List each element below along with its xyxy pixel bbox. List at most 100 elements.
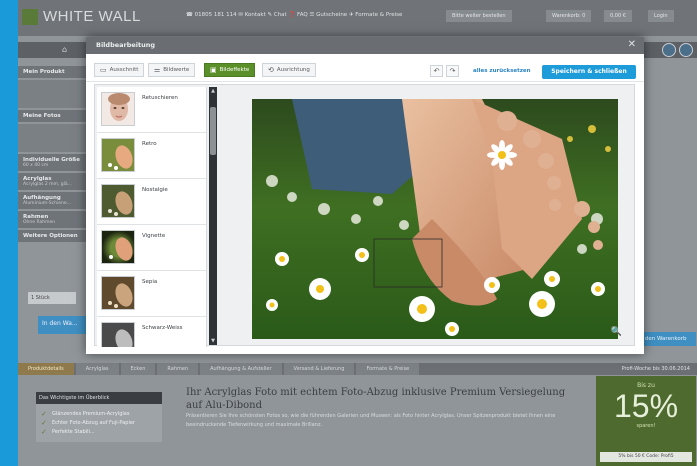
login-button[interactable]: Login (648, 10, 674, 22)
editor-content: Retuschieren Retro Nostalgie Vignette Se… (94, 84, 635, 347)
effect-item-bw[interactable]: Schwarz-Weiss (97, 317, 206, 347)
sidebar-item-photos[interactable]: Meine Fotos (18, 110, 90, 122)
photo-thumb (18, 124, 90, 152)
quantity-field[interactable]: 1 Stück (28, 292, 76, 304)
home-icon[interactable]: ⌂ (62, 45, 67, 54)
top-nav[interactable]: ☎ 01805 181 114 ✉ Kontakt ✎ Chat ❓ FAQ ☰… (186, 12, 402, 18)
redo-icon[interactable]: ↷ (446, 65, 459, 77)
tab-formats[interactable]: Formate & Preise (356, 363, 420, 375)
tab-product-details[interactable]: Produktdetails (18, 363, 74, 375)
sidebar-item-options[interactable]: Weitere Optionen (18, 230, 90, 242)
close-icon[interactable]: ✕ (628, 39, 636, 50)
effect-name: Nostalgie (142, 187, 168, 193)
sidebar-item-acrylic[interactable]: Acrylglas Acrylglas 2 mm, glä... (18, 173, 90, 190)
sidebar-item-label: Mein Produkt (23, 69, 65, 75)
site-logo[interactable]: WHITE WALL (22, 8, 141, 25)
globe-icon[interactable] (662, 43, 676, 57)
tab-corners[interactable]: Ecken (120, 363, 156, 375)
config-sidebar: Mein Produkt Meine Fotos Individuelle Gr… (18, 66, 90, 244)
cart-add-button-left[interactable]: In den Wa... (38, 316, 90, 334)
cart-button[interactable]: Warenkorb: 0 (546, 10, 592, 22)
product-description: Präsentieren Sie Ihre schönsten Fotos so… (186, 413, 556, 428)
tab-image-values[interactable]: ⚌ Bildwerte (148, 63, 196, 77)
effect-item-nostalgia[interactable]: Nostalgie (97, 179, 206, 225)
sidebar-item-label: Meine Fotos (23, 113, 61, 119)
effects-icon: ▣ (210, 66, 217, 74)
tab-crop[interactable]: ▭ Ausschnitt (94, 63, 145, 77)
effect-item-retouch[interactable]: Retuschieren (97, 87, 206, 133)
effect-name: Retuschieren (142, 95, 178, 101)
reset-all-link[interactable]: alles zurücksetzen (473, 68, 531, 74)
effect-thumb (101, 276, 135, 310)
effect-item-retro[interactable]: Retro (97, 133, 206, 179)
sliders-icon: ⚌ (154, 66, 161, 74)
effects-scrollbar[interactable]: ▲ ▼ (209, 87, 217, 345)
image-preview[interactable] (252, 99, 618, 339)
feature-item: Echter Foto-Abzug auf Fuji-Papier (40, 419, 158, 427)
sidebar-item-label: Weitere Optionen (23, 233, 78, 239)
effect-thumb (101, 184, 135, 218)
promo-sub: sparen! (636, 423, 656, 429)
scroll-up-icon[interactable]: ▲ (209, 87, 217, 95)
sidebar-item-sub: Aluminium-Schiene... (23, 201, 71, 206)
product-headline: Ihr Acrylglas Foto mit echtem Foto-Abzug… (186, 387, 566, 411)
tab-orientation[interactable]: ⟲ Ausrichtung (262, 63, 316, 77)
effects-list: Retuschieren Retro Nostalgie Vignette Se… (97, 87, 207, 347)
tab-label: Bildwerte (163, 67, 190, 73)
tab-image-effects[interactable]: ▣ Bildeffekte (204, 63, 256, 77)
product-tabs: Produktdetails Acrylglas Ecken Rahmen Au… (18, 363, 697, 375)
feature-item: Glänzendes Premium-Acrylglas (40, 410, 158, 418)
preview-photo (252, 99, 618, 339)
sidebar-item-size[interactable]: Individuelle Größe 60 x 40 cm (18, 154, 90, 171)
image-editor-modal: Bildbearbeitung ✕ ▭ Ausschnitt ⚌ Bildwer… (86, 37, 644, 354)
sidebar-item-product[interactable]: Mein Produkt (18, 66, 90, 78)
effect-item-vignette[interactable]: Vignette (97, 225, 206, 271)
cart-total: 0,00 € (604, 10, 632, 22)
effect-item-sepia[interactable]: Sepia (97, 271, 206, 317)
scroll-thumb[interactable] (210, 107, 216, 155)
promo-code: 5% bis 50 € Code: Profi5 (600, 452, 692, 462)
promo-percent: 15% (613, 388, 679, 424)
undo-icon[interactable]: ↶ (430, 65, 443, 77)
tab-label: Ausrichtung (276, 67, 310, 73)
tab-acrylic[interactable]: Acrylglas (75, 363, 119, 375)
logo-mark-icon (22, 8, 38, 25)
sidebar-item-frame[interactable]: Rahmen Ohne Rahmen (18, 211, 90, 228)
sidebar-item-sub: Ohne Rahmen (23, 220, 56, 225)
rotate-icon: ⟲ (268, 66, 274, 74)
tab-frame[interactable]: Rahmen (157, 363, 199, 375)
nav-icons (662, 43, 693, 57)
effect-name: Sepia (142, 279, 158, 285)
product-thumb (18, 80, 90, 108)
sidebar-item-mount[interactable]: Aufhängung Aluminium-Schiene... (18, 192, 90, 209)
tab-label: Ausschnitt (109, 67, 139, 73)
effect-thumb (101, 322, 135, 347)
sidebar-item-sub: Acrylglas 2 mm, glä... (23, 182, 72, 187)
save-close-button[interactable]: Speichern & schließen (542, 65, 636, 79)
continue-order-button[interactable]: Bitte weiter bestellen (446, 10, 512, 22)
effect-name: Schwarz-Weiss (142, 325, 183, 331)
promo-box[interactable]: Bis zu 15% sparen! 5% bis 50 € Code: Pro… (596, 376, 696, 466)
help-icon[interactable] (679, 43, 693, 57)
scroll-down-icon[interactable]: ▼ (209, 337, 217, 345)
editor-toolbar: ▭ Ausschnitt ⚌ Bildwerte ▣ Bildeffekte ⟲… (86, 54, 644, 82)
modal-title: Bildbearbeitung (96, 41, 156, 49)
effect-name: Retro (142, 141, 157, 147)
site-header: WHITE WALL ☎ 01805 181 114 ✉ Kontakt ✎ C… (18, 0, 697, 36)
modal-titlebar: Bildbearbeitung ✕ (86, 37, 644, 54)
effect-name: Vignette (142, 233, 166, 239)
profi-note: Profi-Woche bis 30.06.2014 (621, 366, 690, 372)
effect-thumb (101, 230, 135, 264)
tab-mounting[interactable]: Aufhängung & Aufsteller (200, 363, 282, 375)
logo-text: WHITE WALL (43, 8, 141, 25)
zoom-icon[interactable]: 🔍 (611, 327, 622, 337)
tab-label: Bildeffekte (219, 67, 250, 73)
key-features-box: Das Wichtigste im Überblick Glänzendes P… (36, 392, 162, 442)
key-features-title: Das Wichtigste im Überblick (36, 392, 162, 404)
crop-icon: ▭ (100, 66, 107, 74)
tab-shipping[interactable]: Versand & Lieferung (283, 363, 355, 375)
feature-item: Perfekte Stabili... (40, 428, 158, 436)
effect-thumb (101, 92, 135, 126)
sidebar-item-sub: 60 x 40 cm (23, 163, 49, 168)
effect-thumb (101, 138, 135, 172)
